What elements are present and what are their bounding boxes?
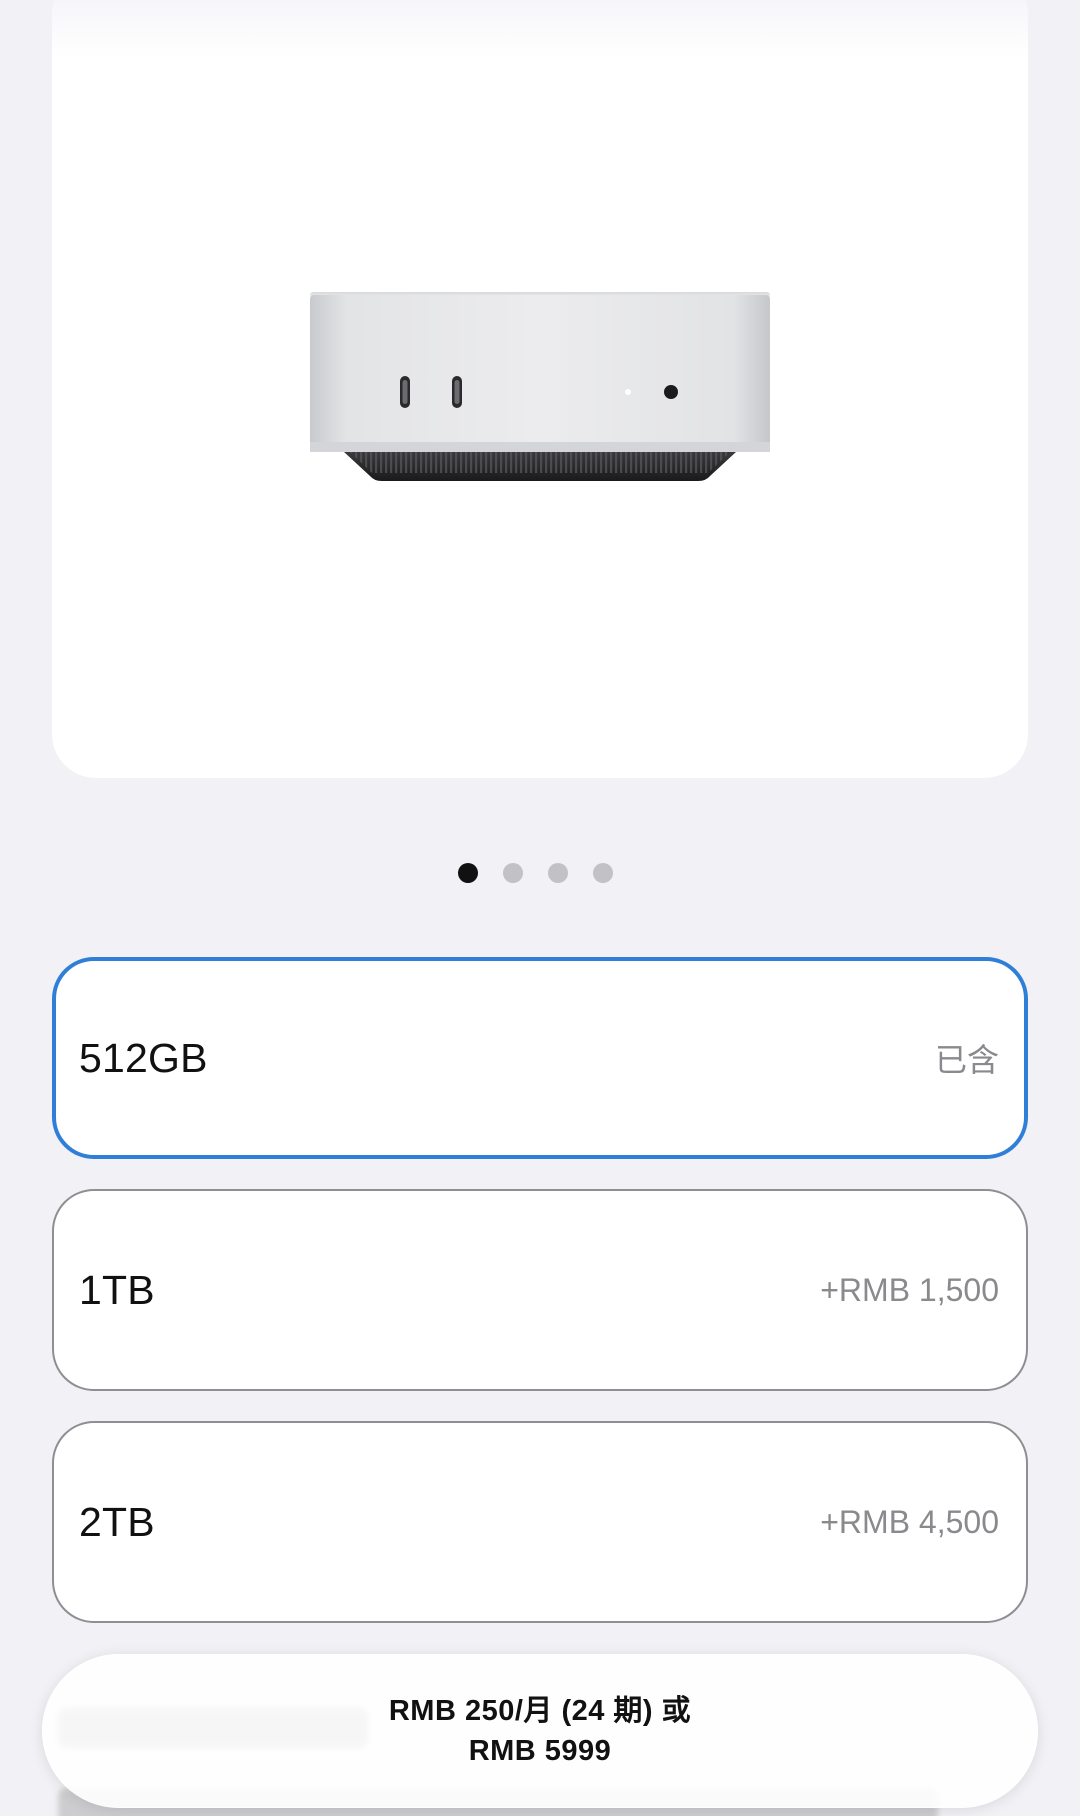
storage-price-label: +RMB 4,500 [820,1503,999,1540]
storage-option-1tb[interactable]: 1TB +RMB 1,500 [52,1189,1028,1391]
price-installment-text: RMB 250/月 (24 期) 或 [388,1695,692,1727]
storage-capacity-label: 2TB [79,1498,155,1545]
price-total-text: RMB 5999 [468,1735,612,1767]
card-top-fade [52,0,1028,60]
page-dot-3[interactable] [547,863,568,883]
storage-price-label: +RMB 1,500 [820,1271,999,1308]
product-image-card[interactable] [52,0,1028,778]
storage-option-2tb[interactable]: 2TB +RMB 4,500 [52,1421,1028,1623]
page-dot-2[interactable] [502,863,523,883]
mac-mini-image [310,292,770,481]
price-summary-bar[interactable]: RMB 250/月 (24 期) 或 RMB 5999 [42,1654,1038,1808]
page-dot-4[interactable] [592,863,613,883]
carousel-page-indicator[interactable] [0,863,1075,883]
storage-capacity-label: 1TB [79,1266,155,1313]
storage-capacity-label: 512GB [79,1034,208,1081]
storage-price-label: 已含 [934,1042,999,1078]
page-dot-1[interactable] [457,863,478,883]
storage-option-512gb[interactable]: 512GB 已含 [52,957,1028,1159]
configurator-page: 512GB 已含 1TB +RMB 1,500 2TB +RMB 4,500 R… [0,0,1080,1816]
